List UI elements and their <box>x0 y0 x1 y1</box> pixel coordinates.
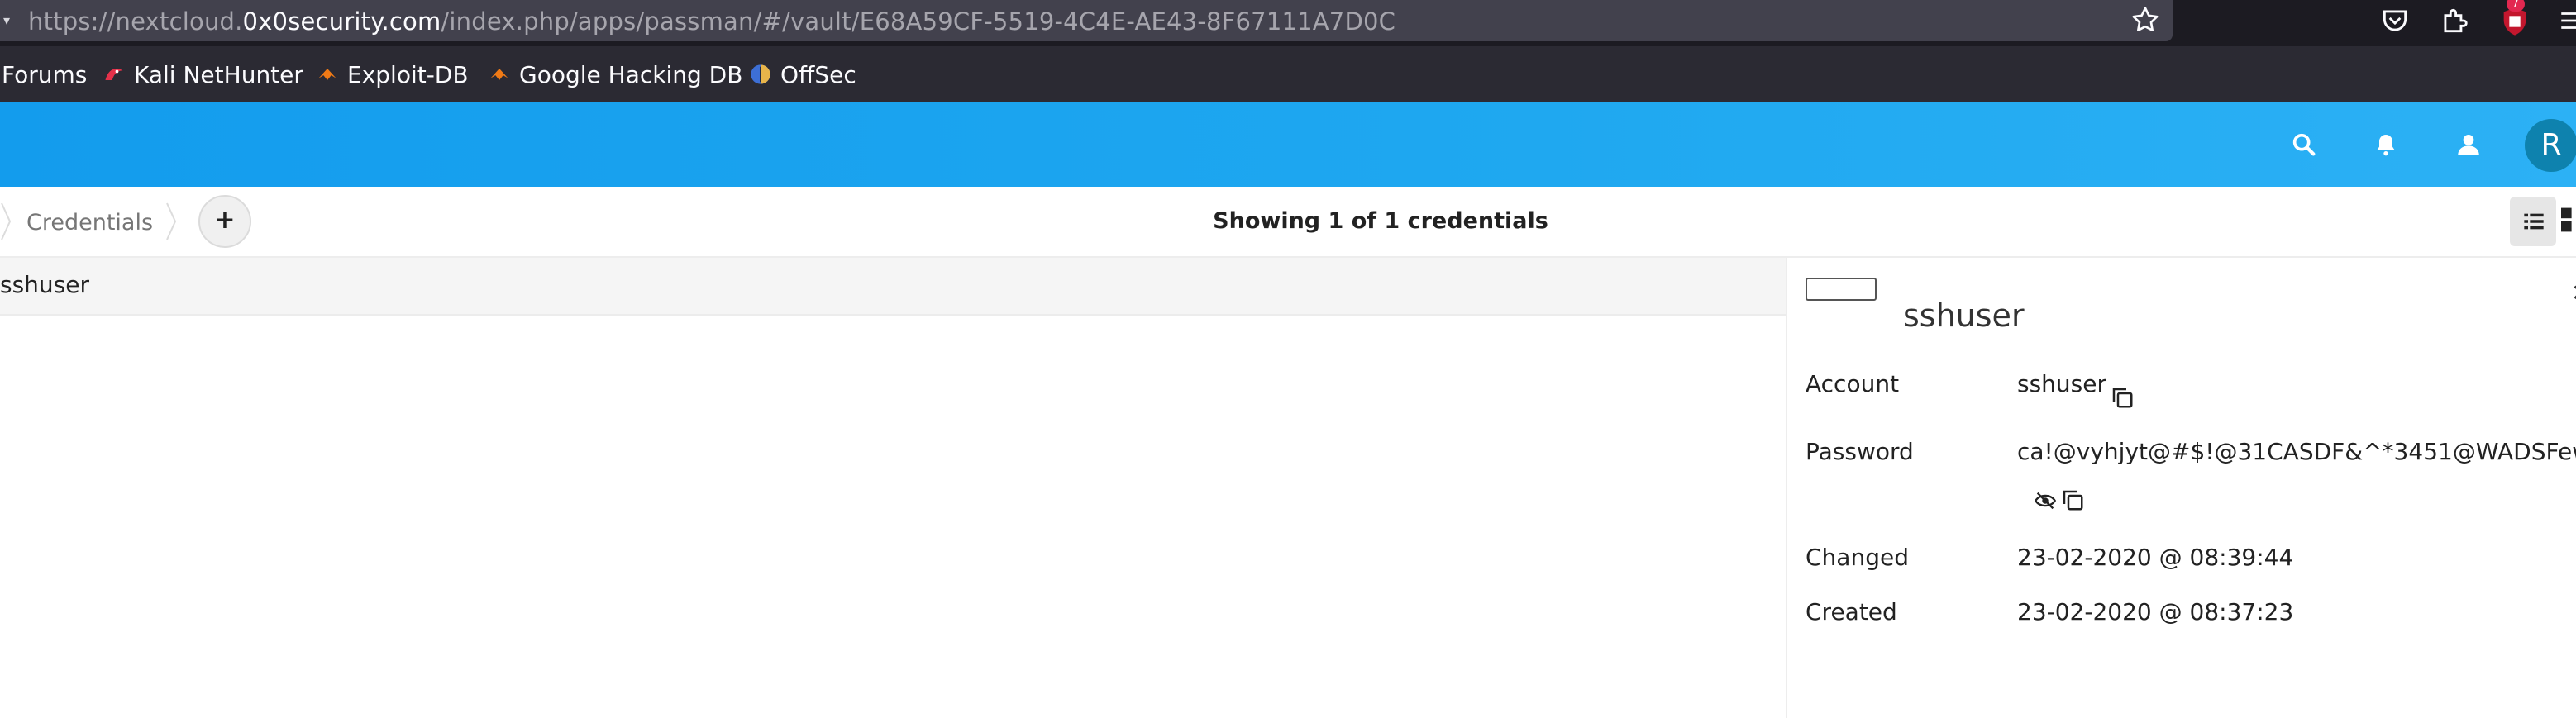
close-icon[interactable]: ✕ <box>2571 279 2576 307</box>
credential-detail-panel: sshuser ✕ Account sshuser Password ca!@v… <box>1786 258 2576 718</box>
credential-icon-placeholder <box>1806 278 1877 301</box>
ghdb-icon <box>490 69 508 80</box>
bookmark-label: Exploit-DB <box>347 60 469 88</box>
url-path: /index.php/apps/passman/#/vault/E68A59CF… <box>441 7 1396 36</box>
url-bar[interactable]: ▾ https://nextcloud.0x0security.com/inde… <box>0 0 2173 41</box>
bookmark-exploit-db[interactable]: Exploit-DB <box>316 61 469 88</box>
url-host: 0x0security.com <box>242 7 441 36</box>
exploit-db-icon <box>318 69 336 80</box>
avatar[interactable]: R <box>2525 119 2576 172</box>
search-icon[interactable] <box>2290 131 2318 159</box>
menu-icon[interactable] <box>2558 5 2576 36</box>
credential-list: sshuser <box>0 258 1786 718</box>
created-label: Created <box>1806 598 1897 625</box>
list-item[interactable]: sshuser <box>0 258 1786 316</box>
breadcrumb-chevron-icon <box>166 202 177 240</box>
bookmark-star-icon[interactable] <box>2129 3 2162 36</box>
bookmark-label: Forums <box>2 60 88 88</box>
list-view-button[interactable] <box>2510 197 2556 246</box>
offsec-icon <box>751 64 770 84</box>
list-view-icon <box>2524 213 2544 230</box>
copy-icon[interactable] <box>2110 385 2135 410</box>
password-value: ca!@vyhjyt@#$!@31CASDF&^*3451@WADSFewr <box>2017 438 2576 465</box>
nextcloud-header: R <box>0 102 2576 187</box>
bookmark-label: Kali NetHunter <box>134 60 303 88</box>
notification-badge: 7 <box>2507 0 2525 12</box>
bookmark-label: OffSec <box>780 60 856 88</box>
bookmarks-toolbar: Forums Kali NetHunter Exploit-DB Google … <box>0 46 2576 102</box>
controls-bar: Credentials + Showing 1 of 1 credentials <box>0 187 2576 258</box>
kali-nethunter-icon <box>105 69 123 80</box>
account-value: sshuser <box>2017 370 2106 397</box>
bookmark-kali-nethunter[interactable]: Kali NetHunter <box>103 61 303 88</box>
bookmark-offsec[interactable]: OffSec <box>749 61 856 88</box>
contacts-icon[interactable] <box>2454 131 2483 159</box>
pocket-icon[interactable] <box>2379 5 2411 36</box>
bell-icon[interactable] <box>2373 131 2399 159</box>
extensions-puzzle-icon[interactable] <box>2439 5 2470 36</box>
url-text[interactable]: https://nextcloud.0x0security.com/index.… <box>28 7 1395 36</box>
add-credential-button[interactable]: + <box>198 195 251 248</box>
breadcrumb-chevron-icon <box>1 202 12 240</box>
changed-value: 23-02-2020 @ 08:39:44 <box>2017 544 2294 571</box>
bookmark-google-hacking-db[interactable]: Google Hacking DB <box>488 61 742 88</box>
breadcrumb-credentials[interactable]: Credentials <box>26 210 153 235</box>
url-dropdown-icon[interactable]: ▾ <box>3 12 10 28</box>
changed-label: Changed <box>1806 544 1909 571</box>
account-label: Account <box>1806 370 1900 397</box>
url-prefix: https://nextcloud. <box>28 7 243 36</box>
credential-count-text: Showing 1 of 1 credentials <box>1213 208 1548 234</box>
bookmark-forums[interactable]: Forums <box>2 61 87 88</box>
bookmark-label: Google Hacking DB <box>519 60 743 88</box>
toggle-visibility-icon[interactable] <box>2032 489 2058 512</box>
detail-title: sshuser <box>1903 297 2025 334</box>
password-label: Password <box>1806 438 1914 465</box>
created-value: 23-02-2020 @ 08:37:23 <box>2017 598 2294 625</box>
browser-toolbar: ▾ https://nextcloud.0x0security.com/inde… <box>0 0 2576 46</box>
copy-icon[interactable] <box>2060 487 2085 512</box>
credential-label: sshuser <box>0 271 89 298</box>
grid-view-icon[interactable] <box>2561 205 2576 235</box>
